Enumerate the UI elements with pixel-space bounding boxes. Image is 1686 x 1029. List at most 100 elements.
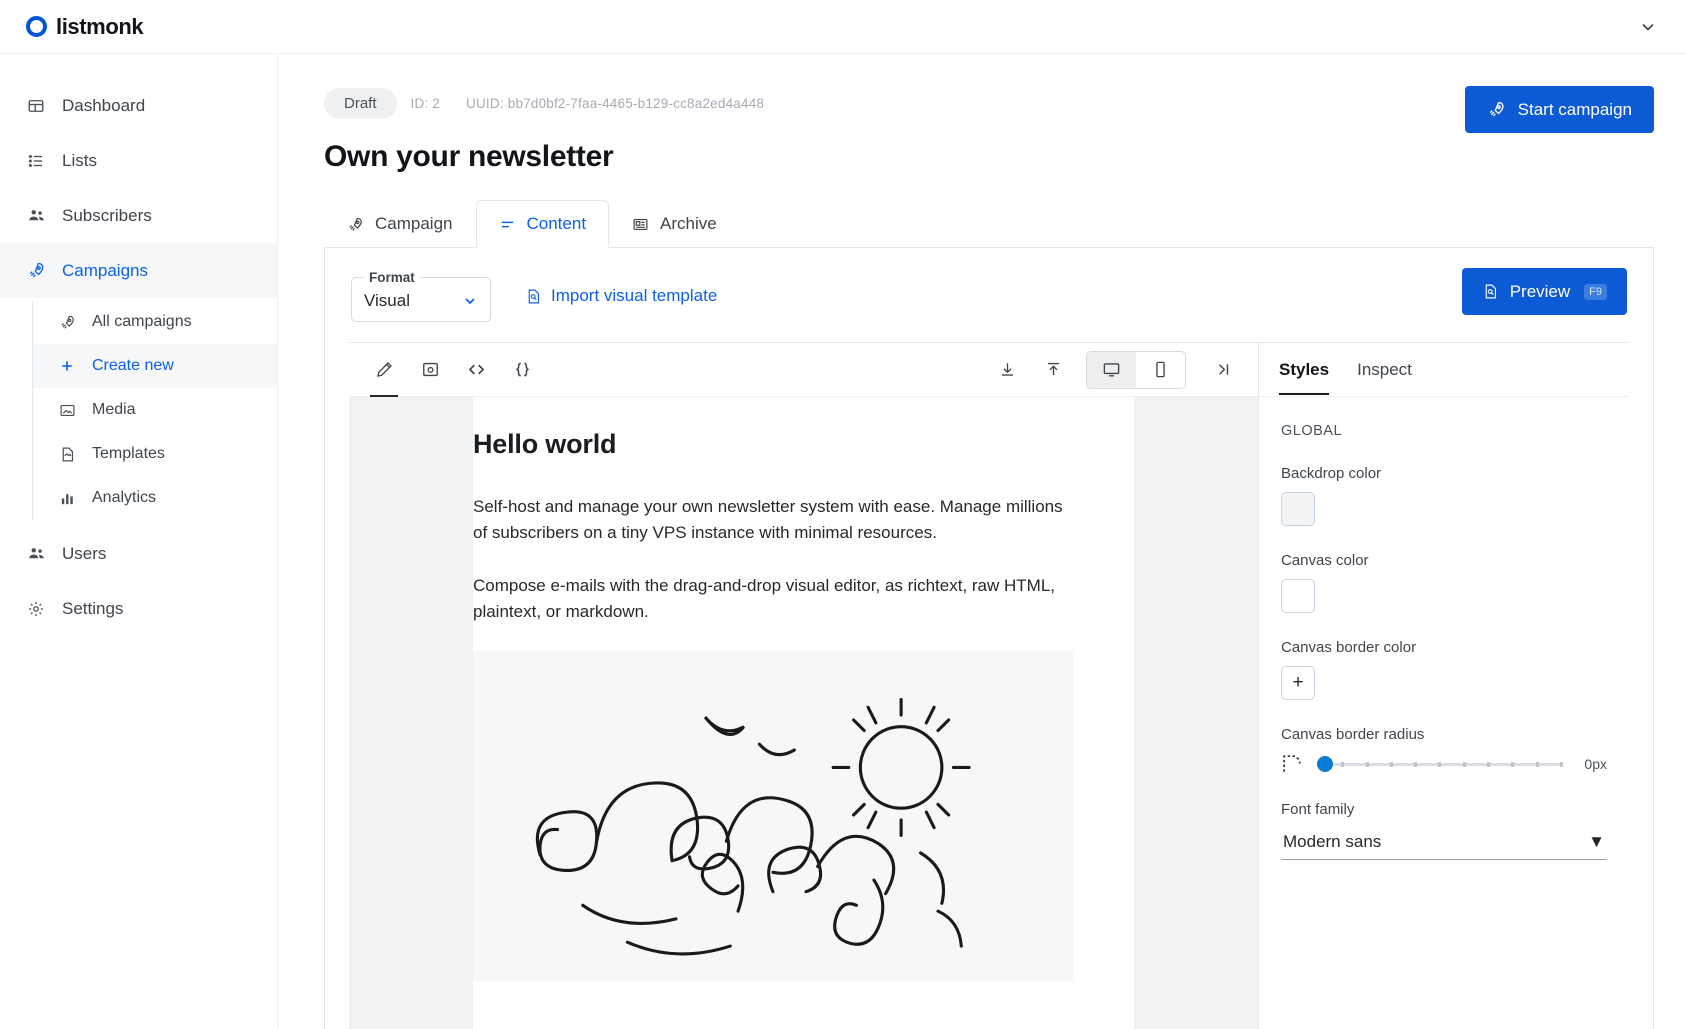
border-radius-icon bbox=[1281, 753, 1303, 775]
editor-left-pane: Hello world Self-host and manage your ow… bbox=[349, 343, 1259, 1029]
bar-chart-icon bbox=[57, 490, 77, 507]
upload-icon[interactable] bbox=[1032, 351, 1074, 389]
sidebar-item-label: All campaigns bbox=[92, 313, 192, 331]
styles-group-title: GLOBAL bbox=[1281, 423, 1607, 439]
file-icon bbox=[57, 446, 77, 463]
top-bar: listmonk bbox=[0, 0, 1686, 54]
chevron-down-icon: ▼ bbox=[1588, 832, 1605, 852]
tab-archive[interactable]: Archive bbox=[609, 200, 740, 248]
preview-button[interactable]: Preview F9 bbox=[1462, 268, 1627, 315]
sidebar-item-label: Users bbox=[62, 544, 106, 564]
listmonk-logo-icon bbox=[26, 16, 47, 37]
viewport-toggle-group bbox=[1086, 351, 1186, 389]
canvas-border-color-add-button[interactable]: + bbox=[1281, 666, 1315, 700]
image-icon bbox=[57, 402, 77, 419]
sidebar-item-label: Dashboard bbox=[62, 96, 145, 116]
tab-label: Content bbox=[527, 214, 587, 234]
start-campaign-label: Start campaign bbox=[1518, 100, 1632, 120]
canvas-color-label: Canvas color bbox=[1281, 552, 1607, 569]
chevron-down-icon[interactable] bbox=[1630, 11, 1666, 43]
sidebar-item-label: Media bbox=[92, 401, 136, 419]
format-label: Format bbox=[364, 270, 420, 285]
braces-icon[interactable] bbox=[501, 351, 543, 389]
tab-inspect[interactable]: Inspect bbox=[1357, 345, 1412, 394]
preview-file-icon bbox=[1482, 283, 1499, 300]
field-canvas-color: Canvas color bbox=[1281, 552, 1607, 613]
sidebar-item-analytics[interactable]: Analytics bbox=[33, 476, 277, 520]
sidebar-item-all-campaigns[interactable]: All campaigns bbox=[33, 300, 277, 344]
sidebar-item-label: Campaigns bbox=[62, 261, 148, 281]
styles-panel: Styles Inspect GLOBAL Backdrop color Can… bbox=[1259, 343, 1629, 1029]
sidebar-item-media[interactable]: Media bbox=[33, 388, 277, 432]
rocket-icon bbox=[347, 216, 364, 233]
content-panel-toolbar: Format Visual Import visual template bbox=[325, 248, 1653, 342]
preview-eye-icon[interactable] bbox=[409, 351, 451, 389]
brand-logo[interactable]: listmonk bbox=[26, 14, 143, 40]
tab-label: Archive bbox=[660, 214, 717, 234]
preview-label: Preview bbox=[1510, 282, 1570, 302]
sidebar-item-users[interactable]: Users bbox=[0, 526, 277, 581]
preview-shortcut-badge: F9 bbox=[1584, 284, 1607, 300]
sidebar-item-label: Analytics bbox=[92, 489, 156, 507]
email-paragraph-2[interactable]: Compose e-mails with the drag-and-drop v… bbox=[473, 573, 1073, 626]
backdrop-color-swatch[interactable] bbox=[1281, 492, 1315, 526]
field-backdrop-color: Backdrop color bbox=[1281, 465, 1607, 526]
sidebar-item-dashboard[interactable]: Dashboard bbox=[0, 78, 277, 133]
canvas-border-radius-slider[interactable] bbox=[1317, 754, 1563, 774]
sidebar-subnav-campaigns: All campaigns Create new Media Templates bbox=[32, 300, 277, 520]
import-file-icon bbox=[525, 288, 542, 305]
collapse-panel-icon[interactable] bbox=[1202, 351, 1244, 389]
rocket-icon bbox=[57, 314, 77, 331]
pencil-icon[interactable] bbox=[363, 351, 405, 389]
sidebar-item-templates[interactable]: Templates bbox=[33, 432, 277, 476]
sidebar-item-campaigns[interactable]: Campaigns bbox=[0, 243, 277, 298]
email-heading[interactable]: Hello world bbox=[473, 429, 1073, 460]
desktop-icon[interactable] bbox=[1087, 352, 1136, 388]
brand-name: listmonk bbox=[56, 14, 143, 40]
sidebar-item-label: Create new bbox=[92, 357, 174, 375]
tab-campaign[interactable]: Campaign bbox=[324, 200, 476, 248]
canvas-color-swatch[interactable] bbox=[1281, 579, 1315, 613]
sidebar-item-label: Settings bbox=[62, 599, 123, 619]
email-image-doodle[interactable] bbox=[473, 651, 1073, 981]
font-family-select[interactable]: Modern sans ▼ bbox=[1281, 828, 1607, 860]
canvas-border-radius-value: 0px bbox=[1577, 756, 1607, 772]
people-icon bbox=[26, 544, 46, 563]
rocket-icon bbox=[1487, 100, 1506, 119]
campaign-meta-row: Draft ID: 2 UUID: bb7d0bf2-7faa-4465-b12… bbox=[324, 88, 1654, 119]
main-content: Draft ID: 2 UUID: bb7d0bf2-7faa-4465-b12… bbox=[278, 54, 1686, 1029]
editor-area: Hello world Self-host and manage your ow… bbox=[349, 342, 1629, 1029]
app-shell: Dashboard Lists Subscribers Campaigns bbox=[0, 54, 1686, 1029]
format-select[interactable]: Format Visual bbox=[351, 270, 491, 322]
canvas-gutter-right bbox=[1134, 397, 1258, 1029]
font-family-value: Modern sans bbox=[1283, 832, 1381, 852]
code-icon[interactable] bbox=[455, 351, 497, 389]
font-family-label: Font family bbox=[1281, 801, 1607, 818]
mobile-icon[interactable] bbox=[1136, 352, 1185, 388]
email-paragraph-1[interactable]: Self-host and manage your own newsletter… bbox=[473, 494, 1073, 547]
download-icon[interactable] bbox=[986, 351, 1028, 389]
slider-knob[interactable] bbox=[1317, 756, 1333, 772]
rocket-icon bbox=[26, 261, 46, 280]
campaign-id: ID: 2 bbox=[411, 96, 441, 111]
tab-label: Campaign bbox=[375, 214, 453, 234]
sidebar-item-lists[interactable]: Lists bbox=[0, 133, 277, 188]
content-panel: Format Visual Import visual template bbox=[324, 248, 1654, 1029]
import-visual-template-link[interactable]: Import visual template bbox=[525, 286, 717, 306]
plus-icon bbox=[57, 358, 77, 374]
sidebar-item-label: Templates bbox=[92, 445, 165, 463]
campaign-tabs: Campaign Content Archive bbox=[324, 200, 1654, 248]
sidebar-item-create-new[interactable]: Create new bbox=[33, 344, 277, 388]
sidebar-item-subscribers[interactable]: Subscribers bbox=[0, 188, 277, 243]
sidebar-item-settings[interactable]: Settings bbox=[0, 581, 277, 636]
backdrop-color-label: Backdrop color bbox=[1281, 465, 1607, 482]
tab-styles[interactable]: Styles bbox=[1279, 345, 1329, 394]
field-canvas-border-radius: Canvas border radius bbox=[1281, 726, 1607, 775]
start-campaign-button[interactable]: Start campaign bbox=[1465, 86, 1654, 133]
import-link-label: Import visual template bbox=[551, 286, 717, 306]
email-canvas[interactable]: Hello world Self-host and manage your ow… bbox=[473, 397, 1134, 1029]
tab-content[interactable]: Content bbox=[476, 200, 610, 248]
archive-icon bbox=[632, 216, 649, 233]
canvas-border-radius-label: Canvas border radius bbox=[1281, 726, 1607, 743]
campaign-uuid: UUID: bb7d0bf2-7faa-4465-b129-cc8a2ed4a4… bbox=[466, 96, 764, 111]
